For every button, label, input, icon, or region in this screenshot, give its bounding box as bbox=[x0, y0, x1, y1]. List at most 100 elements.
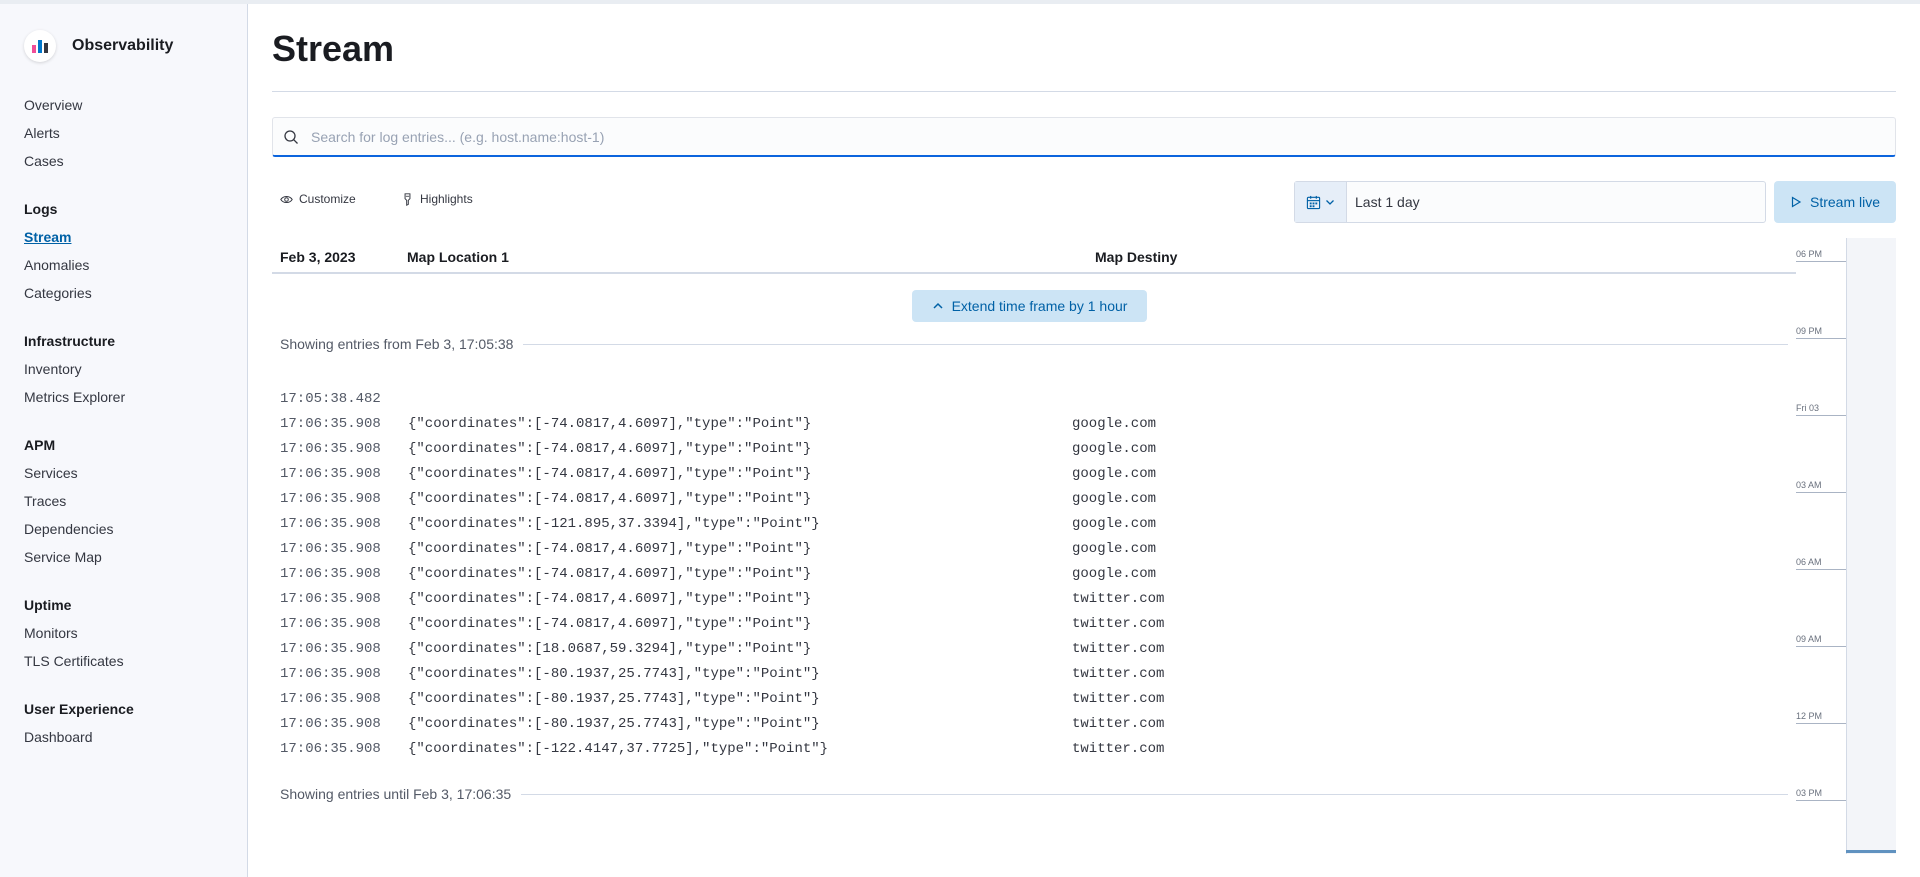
sidebar-item-metrics-explorer[interactable]: Metrics Explorer bbox=[24, 386, 234, 414]
log-message: {"coordinates":[-74.0817,4.6097],"type":… bbox=[408, 541, 812, 557]
log-timestamp: 17:06:35.908 bbox=[280, 566, 381, 582]
minimap-selection[interactable] bbox=[1846, 850, 1896, 853]
sidebar-item-traces[interactable]: Traces bbox=[24, 490, 234, 518]
sidebar-item-categories[interactable]: Categories bbox=[24, 282, 234, 310]
chevron-up-icon bbox=[933, 302, 943, 309]
nav-group-title-uptime[interactable]: Uptime bbox=[24, 594, 234, 616]
stream-live-label: Stream live bbox=[1809, 194, 1881, 210]
search-input[interactable] bbox=[311, 128, 1871, 145]
log-row[interactable]: 17:06:35.908 {"coordinates":[-74.0817,4.6… bbox=[280, 587, 1780, 612]
customize-label: Customize bbox=[299, 192, 356, 206]
log-row[interactable]: 17:06:35.908 {"coordinates":[-74.0817,4.6… bbox=[280, 487, 1780, 512]
log-message: {"coordinates":[-74.0817,4.6097],"type":… bbox=[408, 616, 812, 632]
minimap-bar[interactable] bbox=[1846, 238, 1896, 854]
observability-logo-icon bbox=[24, 30, 56, 62]
sidebar-item-inventory[interactable]: Inventory bbox=[24, 358, 234, 386]
log-message: {"coordinates":[-74.0817,4.6097],"type":… bbox=[408, 566, 812, 582]
log-timestamp: 17:06:35.908 bbox=[280, 541, 381, 557]
app-brand[interactable]: Observability bbox=[24, 30, 173, 62]
log-destiny: twitter.com bbox=[1072, 616, 1165, 632]
log-row[interactable]: 17:06:35.908 {"coordinates":[-74.0817,4.6… bbox=[280, 437, 1780, 462]
stream-live-button[interactable]: Stream live bbox=[1774, 181, 1896, 223]
nav-group-title-user-experience[interactable]: User Experience bbox=[24, 698, 234, 720]
log-message: {"coordinates":[-122.4147,37.7725],"type… bbox=[408, 741, 829, 757]
log-timestamp: 17:06:35.908 bbox=[280, 741, 381, 757]
quick-select-button[interactable] bbox=[1295, 182, 1347, 222]
showing-from-divider: Showing entries from Feb 3, 17:05:38 bbox=[280, 336, 1788, 352]
log-message: {"coordinates":[-80.1937,25.7743],"type"… bbox=[408, 691, 820, 707]
sidebar-nav: Overview Alerts Cases Logs Stream Anomal… bbox=[24, 94, 234, 774]
log-timestamp: 17:06:35.908 bbox=[280, 466, 381, 482]
log-row[interactable]: 17:06:35.908 {"coordinates":[-74.0817,4.6… bbox=[280, 462, 1780, 487]
log-row[interactable]: 17:06:35.908 {"coordinates":[-74.0817,4.6… bbox=[280, 562, 1780, 587]
showing-until-divider: Showing entries until Feb 3, 17:06:35 bbox=[280, 786, 1788, 802]
log-destiny: twitter.com bbox=[1072, 741, 1165, 757]
log-timestamp: 17:06:35.908 bbox=[280, 691, 381, 707]
log-timestamp: 17:06:35.908 bbox=[280, 666, 381, 682]
sidebar-item-monitors[interactable]: Monitors bbox=[24, 622, 234, 650]
log-timestamp: 17:06:35.908 bbox=[280, 416, 381, 432]
log-timestamp: 17:06:35.908 bbox=[280, 516, 381, 532]
column-header-date[interactable]: Feb 3, 2023 bbox=[280, 249, 356, 265]
highlights-button[interactable]: Highlights bbox=[401, 192, 473, 206]
extend-time-frame-button[interactable]: Extend time frame by 1 hour bbox=[912, 290, 1147, 322]
log-row[interactable]: 17:06:35.908 {"coordinates":[-80.1937,25.… bbox=[280, 662, 1780, 687]
minimap-tick: 09 PM bbox=[1796, 325, 1846, 339]
sidebar-item-service-map[interactable]: Service Map bbox=[24, 546, 234, 574]
sidebar-item-dashboard[interactable]: Dashboard bbox=[24, 726, 234, 754]
nav-group-main: Overview Alerts Cases bbox=[24, 94, 234, 178]
sidebar-item-overview[interactable]: Overview bbox=[24, 94, 234, 122]
column-header-destiny[interactable]: Map Destiny bbox=[1095, 249, 1177, 265]
page-title: Stream bbox=[272, 28, 395, 69]
log-row[interactable]: 17:06:35.908 {"coordinates":[-121.895,37.… bbox=[280, 512, 1780, 537]
log-timestamp: 17:06:35.908 bbox=[280, 591, 381, 607]
sidebar-item-alerts[interactable]: Alerts bbox=[24, 122, 234, 150]
log-message: {"coordinates":[-74.0817,4.6097],"type":… bbox=[408, 466, 812, 482]
log-destiny: google.com bbox=[1072, 441, 1157, 457]
highlights-label: Highlights bbox=[420, 192, 473, 206]
showing-from-text: Showing entries from Feb 3, 17:05:38 bbox=[280, 336, 514, 352]
minimap-tick: 03 PM bbox=[1796, 787, 1846, 801]
log-row[interactable]: 17:06:35.908 {"coordinates":[-80.1937,25.… bbox=[280, 712, 1780, 737]
log-message: {"coordinates":[-74.0817,4.6097],"type":… bbox=[408, 441, 812, 457]
log-destiny: twitter.com bbox=[1072, 591, 1165, 607]
sidebar-item-tls-certificates[interactable]: TLS Certificates bbox=[24, 650, 234, 678]
log-destiny: google.com bbox=[1072, 566, 1157, 582]
log-timestamp: 17:06:35.908 bbox=[280, 641, 381, 657]
log-row[interactable]: 17:06:35.908 {"coordinates":[-74.0817,4.6… bbox=[280, 412, 1780, 437]
log-minimap[interactable]: 06 PM 09 PM Fri 03 03 AM 06 AM 09 AM 12 PM 03 P… bbox=[1796, 238, 1896, 858]
sidebar-item-services[interactable]: Services bbox=[24, 462, 234, 490]
nav-group-apm: APM Services Traces Dependencies Service… bbox=[24, 434, 234, 574]
sidebar-item-stream[interactable]: Stream bbox=[24, 226, 234, 254]
minimap-tick: 09 AM bbox=[1796, 633, 1846, 647]
column-header-location[interactable]: Map Location 1 bbox=[407, 249, 509, 265]
customize-button[interactable]: Customize bbox=[280, 192, 356, 206]
log-row[interactable]: 17:05:38.482 bbox=[280, 387, 1780, 412]
date-range-value[interactable]: Last 1 day bbox=[1347, 182, 1765, 222]
log-destiny: twitter.com bbox=[1072, 666, 1165, 682]
nav-group-title-infrastructure[interactable]: Infrastructure bbox=[24, 330, 234, 352]
divider-rule bbox=[521, 793, 1788, 795]
log-message: {"coordinates":[-74.0817,4.6097],"type":… bbox=[408, 491, 812, 507]
divider-rule bbox=[523, 343, 1788, 345]
sidebar-item-anomalies[interactable]: Anomalies bbox=[24, 254, 234, 282]
nav-group-title-logs[interactable]: Logs bbox=[24, 198, 234, 220]
log-message: {"coordinates":[18.0687,59.3294],"type":… bbox=[408, 641, 812, 657]
log-destiny: google.com bbox=[1072, 416, 1157, 432]
log-timestamp: 17:05:38.482 bbox=[280, 391, 381, 407]
highlighter-icon bbox=[404, 192, 411, 206]
log-row[interactable]: 17:06:35.908 {"coordinates":[-74.0817,4.6… bbox=[280, 612, 1780, 637]
search-bar bbox=[272, 117, 1896, 157]
nav-group-title-apm[interactable]: APM bbox=[24, 434, 234, 456]
minimap-tick: 12 PM bbox=[1796, 710, 1846, 724]
nav-group-logs: Logs Stream Anomalies Categories bbox=[24, 198, 234, 310]
log-row[interactable]: 17:06:35.908 {"coordinates":[-80.1937,25.… bbox=[280, 687, 1780, 712]
nav-group-infrastructure: Infrastructure Inventory Metrics Explore… bbox=[24, 330, 234, 414]
sidebar-item-dependencies[interactable]: Dependencies bbox=[24, 518, 234, 546]
log-row[interactable]: 17:06:35.908 {"coordinates":[-122.4147,37… bbox=[280, 737, 1780, 762]
app-title: Observability bbox=[72, 37, 174, 54]
log-row[interactable]: 17:06:35.908 {"coordinates":[18.0687,59.3… bbox=[280, 637, 1780, 662]
log-row[interactable]: 17:06:35.908 {"coordinates":[-74.0817,4.6… bbox=[280, 537, 1780, 562]
sidebar-item-cases[interactable]: Cases bbox=[24, 150, 234, 178]
date-picker: Last 1 day bbox=[1294, 181, 1766, 223]
